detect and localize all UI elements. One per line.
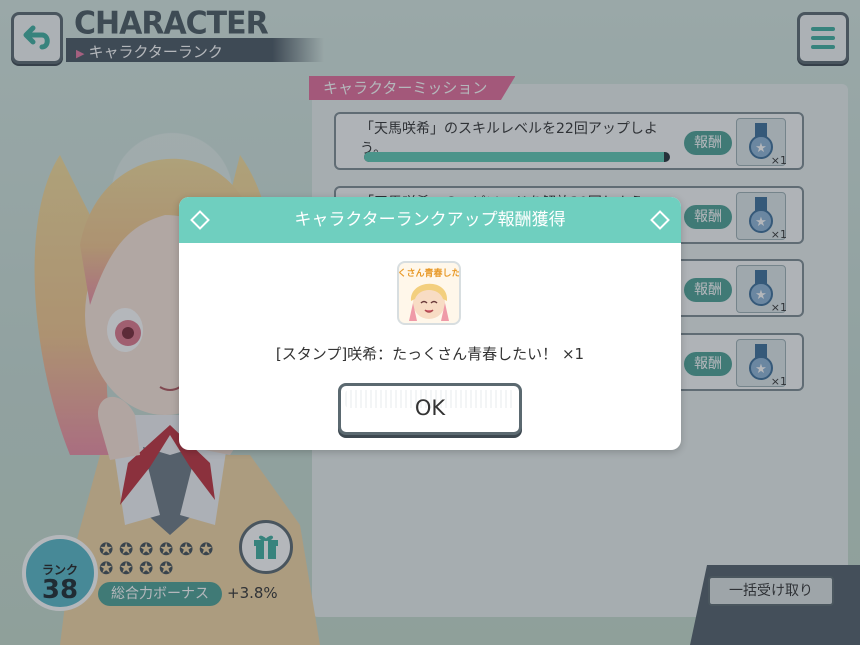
dialog-title: キャラクターランクアップ報酬獲得 bbox=[294, 210, 566, 230]
ok-label: OK bbox=[414, 396, 446, 420]
stamp-caption: たっくさん青春したい！ bbox=[399, 267, 459, 279]
diamond-icon bbox=[650, 210, 670, 230]
dialog-header: キャラクターランクアップ報酬獲得 bbox=[179, 197, 681, 243]
reward-description: [スタンプ]咲希：たっくさん青春したい！ ×1 bbox=[275, 345, 585, 363]
stamp-icon: たっくさん青春したい！ bbox=[399, 267, 459, 321]
reward-dialog: キャラクターランクアップ報酬獲得 たっくさん青春したい！ [スタンプ]咲希：たっ… bbox=[179, 197, 681, 450]
diamond-icon bbox=[190, 210, 210, 230]
stamp-image: たっくさん青春したい！ bbox=[397, 261, 461, 325]
ok-button[interactable]: OK bbox=[338, 383, 522, 435]
